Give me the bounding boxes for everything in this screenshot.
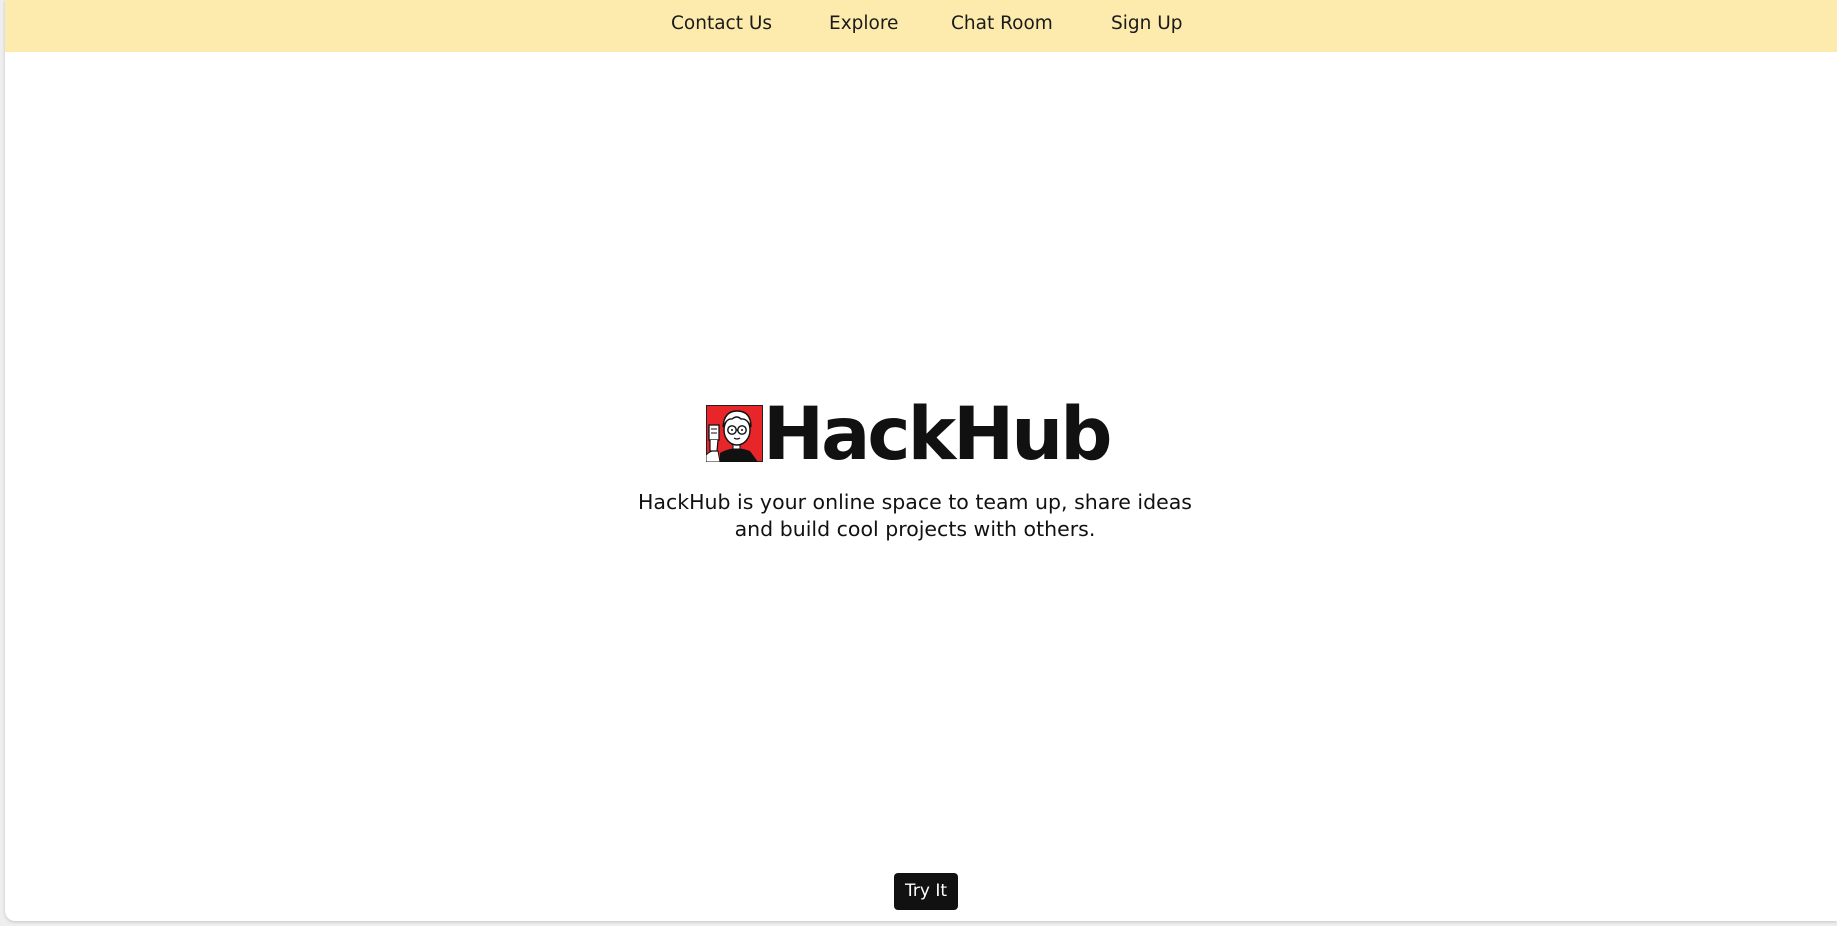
hero-title: HackHub [763, 392, 1112, 477]
nav-contact-us-link[interactable]: Contact Us [671, 13, 772, 35]
nav-explore-link[interactable]: Explore [829, 13, 898, 35]
top-navbar: Contact Us Explore Chat Room Sign Up [5, 0, 1837, 52]
nav-sign-up-link[interactable]: Sign Up [1111, 13, 1183, 35]
hero-tagline: HackHub is your online space to team up,… [565, 489, 1265, 543]
nav-chat-room-link[interactable]: Chat Room [951, 13, 1053, 35]
hero-tagline-line-1: HackHub is your online space to team up,… [637, 490, 1192, 514]
hero-tagline-line-2: and build cool projects with others. [734, 517, 1096, 541]
page: Contact Us Explore Chat Room Sign Up Hac… [5, 0, 1837, 921]
try-it-button[interactable]: Try It [894, 873, 958, 910]
avatar-with-glasses-icon [706, 405, 763, 462]
